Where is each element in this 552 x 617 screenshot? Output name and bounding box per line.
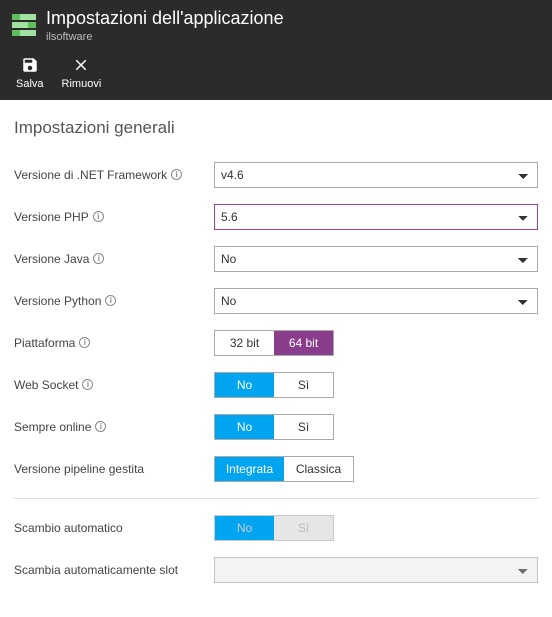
pipeline-classic[interactable]: Classica (284, 457, 353, 481)
websocket-toggle: No Sì (214, 372, 334, 398)
java-select[interactable]: No (214, 246, 538, 272)
header-bar: Impostazioni dell'applicazione ilsoftwar… (0, 0, 552, 100)
pipeline-toggle: Integrata Classica (214, 456, 354, 482)
java-label: Versione Java (14, 252, 89, 266)
platform-32bit[interactable]: 32 bit (215, 331, 274, 355)
separator (14, 498, 538, 499)
platform-label: Piattaforma (14, 336, 75, 350)
platform-toggle: 32 bit 64 bit (214, 330, 334, 356)
autoswap-label: Scambio automatico (14, 521, 123, 535)
alwayson-yes[interactable]: Sì (274, 415, 333, 439)
content-panel: Impostazioni generali Versione di .NET F… (0, 100, 552, 617)
websocket-no[interactable]: No (215, 373, 274, 397)
dotnet-label: Versione di .NET Framework (14, 168, 167, 182)
toolbar: Salva Rimuovi (12, 56, 540, 90)
alwayson-label: Sempre online (14, 420, 91, 434)
alwayson-no[interactable]: No (215, 415, 274, 439)
websocket-label: Web Socket (14, 378, 78, 392)
info-icon[interactable]: i (82, 379, 93, 390)
autoswap-toggle: No Sì (214, 515, 334, 541)
remove-label: Rimuovi (62, 78, 102, 90)
app-icon (12, 14, 36, 38)
close-icon (72, 56, 90, 74)
php-label: Versione PHP (14, 210, 89, 224)
section-title: Impostazioni generali (14, 118, 538, 138)
info-icon[interactable]: i (93, 253, 104, 264)
pipeline-label: Versione pipeline gestita (14, 462, 144, 476)
autoswap-slot-select (214, 557, 538, 583)
alwayson-toggle: No Sì (214, 414, 334, 440)
pipeline-integrated[interactable]: Integrata (215, 457, 284, 481)
page-title: Impostazioni dell'applicazione (46, 8, 284, 30)
info-icon[interactable]: i (105, 295, 116, 306)
python-label: Versione Python (14, 294, 101, 308)
save-button[interactable]: Salva (16, 56, 44, 90)
remove-button[interactable]: Rimuovi (62, 56, 102, 90)
save-icon (21, 56, 39, 74)
save-label: Salva (16, 78, 44, 90)
info-icon[interactable]: i (95, 421, 106, 432)
php-select[interactable]: 5.6 (214, 204, 538, 230)
autoswap-slot-label: Scambia automaticamente slot (14, 563, 178, 577)
info-icon[interactable]: i (79, 337, 90, 348)
info-icon[interactable]: i (93, 211, 104, 222)
page-subtitle: ilsoftware (46, 31, 284, 44)
autoswap-yes: Sì (274, 516, 333, 540)
websocket-yes[interactable]: Sì (274, 373, 333, 397)
dotnet-select[interactable]: v4.6 (214, 162, 538, 188)
platform-64bit[interactable]: 64 bit (274, 331, 333, 355)
python-select[interactable]: No (214, 288, 538, 314)
autoswap-no: No (215, 516, 274, 540)
info-icon[interactable]: i (171, 169, 182, 180)
